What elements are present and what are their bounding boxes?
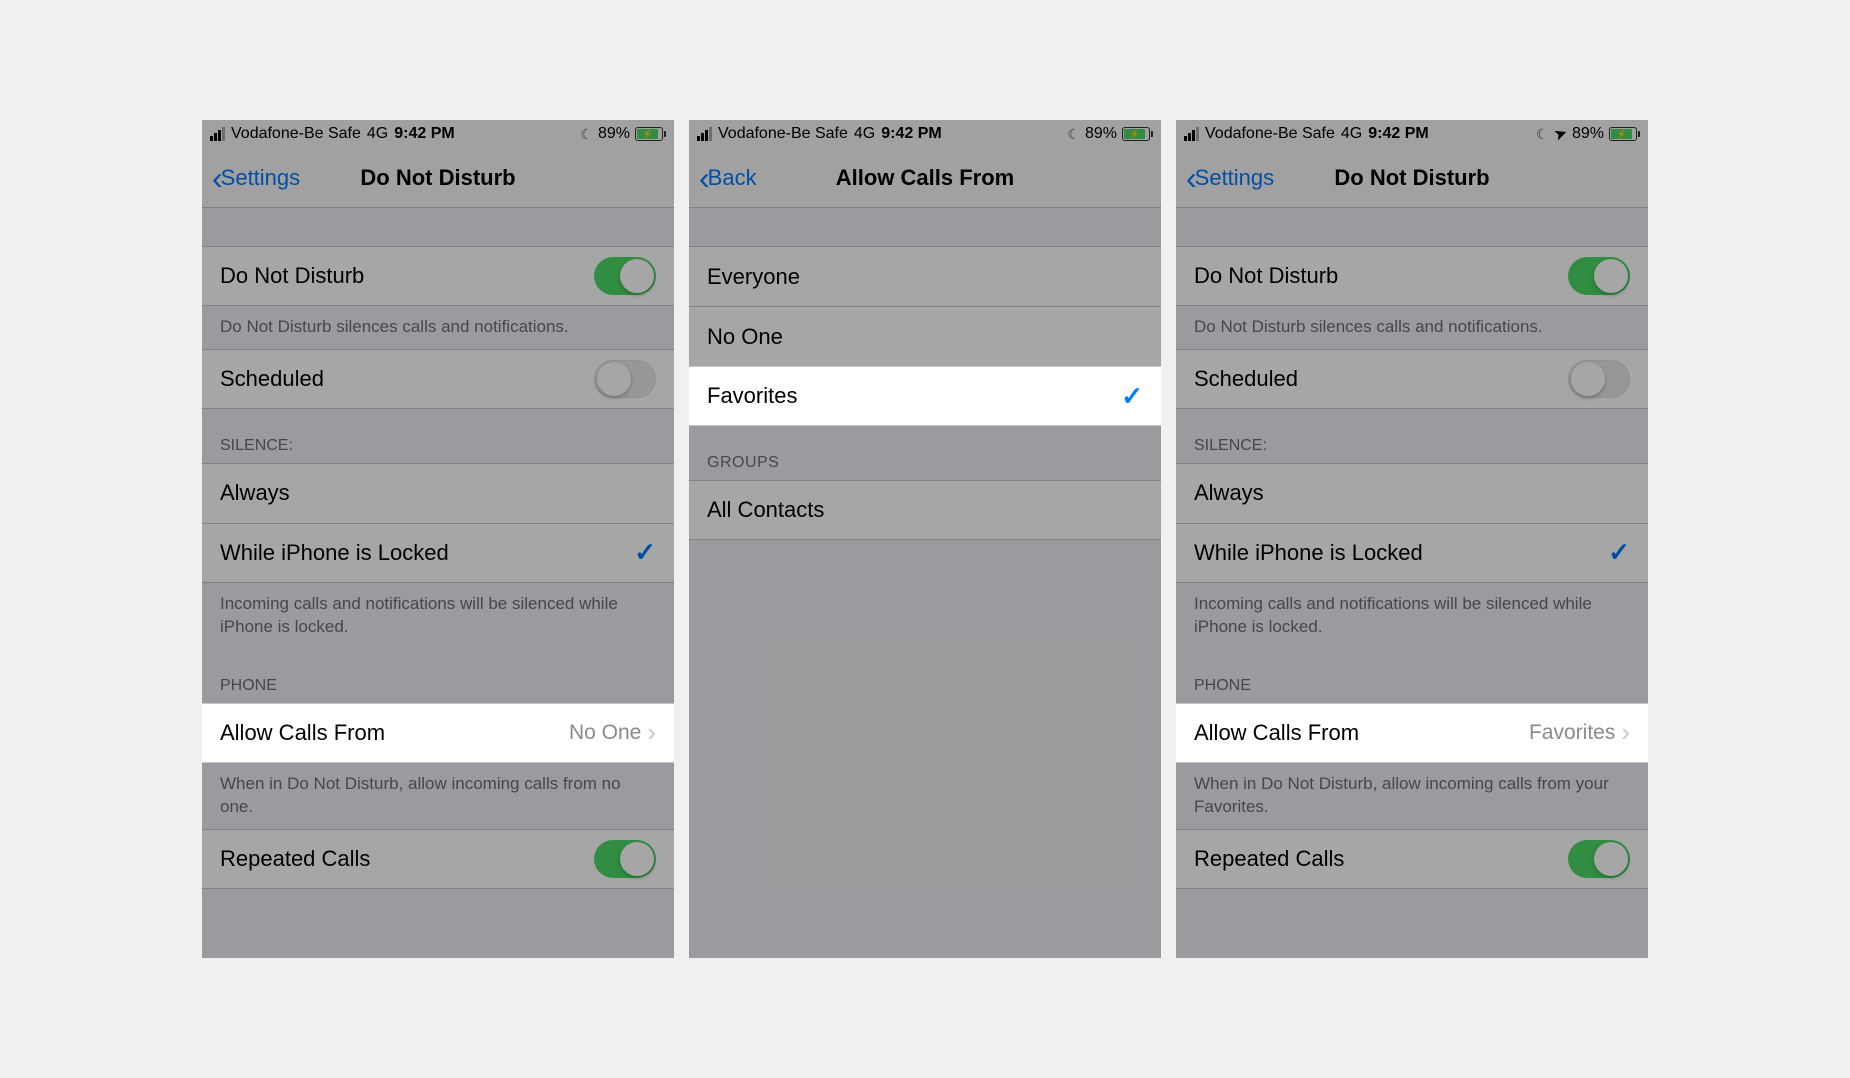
scheduled-row[interactable]: Scheduled xyxy=(1176,349,1648,409)
network-type: 4G xyxy=(1341,125,1362,143)
silence-footer: Incoming calls and notifications will be… xyxy=(202,583,674,649)
check-icon: ✓ xyxy=(634,537,656,568)
option-label: All Contacts xyxy=(707,497,1143,523)
while-locked-label: While iPhone is Locked xyxy=(220,540,634,566)
battery-percent: 89% xyxy=(598,125,630,143)
check-icon: ✓ xyxy=(1608,537,1630,568)
battery-percent: 89% xyxy=(1572,125,1604,143)
allow-calls-row[interactable]: Allow Calls From No One › xyxy=(202,703,674,763)
silence-footer: Incoming calls and notifications will be… xyxy=(1176,583,1648,649)
dnd-label: Do Not Disturb xyxy=(1194,263,1568,289)
allow-calls-label: Allow Calls From xyxy=(220,720,569,746)
carrier: Vodafone-Be Safe xyxy=(718,125,848,143)
repeated-toggle[interactable] xyxy=(594,840,656,878)
nav-bar: ‹ Settings Do Not Disturb xyxy=(202,148,674,208)
phone-header: PHONE xyxy=(1176,649,1648,703)
allow-calls-row[interactable]: Allow Calls From Favorites › xyxy=(1176,703,1648,763)
status-time: 9:42 PM xyxy=(394,125,454,143)
silence-header: SILENCE: xyxy=(1176,409,1648,463)
scheduled-toggle[interactable] xyxy=(594,360,656,398)
screen-dnd-favorites: Vodafone-Be Safe 4G 9:42 PM ☾ ➤ 89% ⚡ ‹ … xyxy=(1176,120,1648,958)
status-bar: Vodafone-Be Safe 4G 9:42 PM ☾ ➤ 89% ⚡ xyxy=(1176,120,1648,148)
repeated-label: Repeated Calls xyxy=(1194,846,1568,872)
repeated-toggle[interactable] xyxy=(1568,840,1630,878)
dnd-footer: Do Not Disturb silences calls and notifi… xyxy=(1176,306,1648,349)
phone-header: PHONE xyxy=(202,649,674,703)
dnd-toggle-row[interactable]: Do Not Disturb xyxy=(1176,246,1648,306)
silence-always-row[interactable]: Always xyxy=(1176,463,1648,523)
groups-header: GROUPS xyxy=(689,426,1161,480)
nav-bar: ‹ Settings Do Not Disturb xyxy=(1176,148,1648,208)
allow-calls-value: Favorites xyxy=(1529,721,1615,745)
allow-calls-label: Allow Calls From xyxy=(1194,720,1529,746)
option-all-contacts[interactable]: All Contacts xyxy=(689,480,1161,540)
chevron-right-icon: › xyxy=(1621,717,1630,748)
back-button[interactable]: ‹ Back xyxy=(699,162,757,194)
screen-dnd-noone: Vodafone-Be Safe 4G 9:42 PM ☾ 89% ⚡ ‹ Se… xyxy=(202,120,674,958)
always-label: Always xyxy=(1194,480,1630,506)
scheduled-toggle[interactable] xyxy=(1568,360,1630,398)
network-type: 4G xyxy=(367,125,388,143)
dnd-toggle[interactable] xyxy=(1568,257,1630,295)
scheduled-label: Scheduled xyxy=(1194,366,1568,392)
check-icon: ✓ xyxy=(1121,381,1143,412)
nav-bar: ‹ Back Allow Calls From xyxy=(689,148,1161,208)
option-label: Everyone xyxy=(707,264,1143,290)
allow-calls-footer: When in Do Not Disturb, allow incoming c… xyxy=(1176,763,1648,829)
back-label: Settings xyxy=(1195,165,1275,191)
back-label: Back xyxy=(708,165,757,191)
signal-icon xyxy=(210,127,225,141)
status-bar: Vodafone-Be Safe 4G 9:42 PM ☾ 89% ⚡ xyxy=(202,120,674,148)
moon-icon: ☾ xyxy=(580,126,593,143)
option-favorites[interactable]: Favorites ✓ xyxy=(689,366,1161,426)
dnd-toggle[interactable] xyxy=(594,257,656,295)
scheduled-row[interactable]: Scheduled xyxy=(202,349,674,409)
option-label: Favorites xyxy=(707,383,1121,409)
screen-allow-calls-from: Vodafone-Be Safe 4G 9:42 PM ☾ 89% ⚡ ‹ Ba… xyxy=(689,120,1161,958)
status-time: 9:42 PM xyxy=(881,125,941,143)
silence-locked-row[interactable]: While iPhone is Locked ✓ xyxy=(1176,523,1648,583)
chevron-right-icon: › xyxy=(647,717,656,748)
while-locked-label: While iPhone is Locked xyxy=(1194,540,1608,566)
status-time: 9:42 PM xyxy=(1368,125,1428,143)
silence-always-row[interactable]: Always xyxy=(202,463,674,523)
scheduled-label: Scheduled xyxy=(220,366,594,392)
carrier: Vodafone-Be Safe xyxy=(1205,125,1335,143)
carrier: Vodafone-Be Safe xyxy=(231,125,361,143)
silence-header: SILENCE: xyxy=(202,409,674,463)
back-label: Settings xyxy=(221,165,301,191)
option-no-one[interactable]: No One xyxy=(689,306,1161,366)
dnd-toggle-row[interactable]: Do Not Disturb xyxy=(202,246,674,306)
network-type: 4G xyxy=(854,125,875,143)
option-label: No One xyxy=(707,324,1143,350)
signal-icon xyxy=(1184,127,1199,141)
allow-calls-footer: When in Do Not Disturb, allow incoming c… xyxy=(202,763,674,829)
dnd-footer: Do Not Disturb silences calls and notifi… xyxy=(202,306,674,349)
battery-icon: ⚡ xyxy=(1609,127,1640,141)
battery-icon: ⚡ xyxy=(1122,127,1153,141)
repeated-label: Repeated Calls xyxy=(220,846,594,872)
dnd-label: Do Not Disturb xyxy=(220,263,594,289)
allow-calls-value: No One xyxy=(569,721,641,745)
always-label: Always xyxy=(220,480,656,506)
battery-icon: ⚡ xyxy=(635,127,666,141)
repeated-calls-row[interactable]: Repeated Calls xyxy=(1176,829,1648,889)
back-button[interactable]: ‹ Settings xyxy=(1186,162,1274,194)
location-icon: ➤ xyxy=(1551,122,1570,145)
moon-icon: ☾ xyxy=(1536,126,1549,143)
back-button[interactable]: ‹ Settings xyxy=(212,162,300,194)
page-title: Allow Calls From xyxy=(689,165,1161,191)
silence-locked-row[interactable]: While iPhone is Locked ✓ xyxy=(202,523,674,583)
option-everyone[interactable]: Everyone xyxy=(689,246,1161,306)
signal-icon xyxy=(697,127,712,141)
battery-percent: 89% xyxy=(1085,125,1117,143)
status-bar: Vodafone-Be Safe 4G 9:42 PM ☾ 89% ⚡ xyxy=(689,120,1161,148)
moon-icon: ☾ xyxy=(1067,126,1080,143)
repeated-calls-row[interactable]: Repeated Calls xyxy=(202,829,674,889)
